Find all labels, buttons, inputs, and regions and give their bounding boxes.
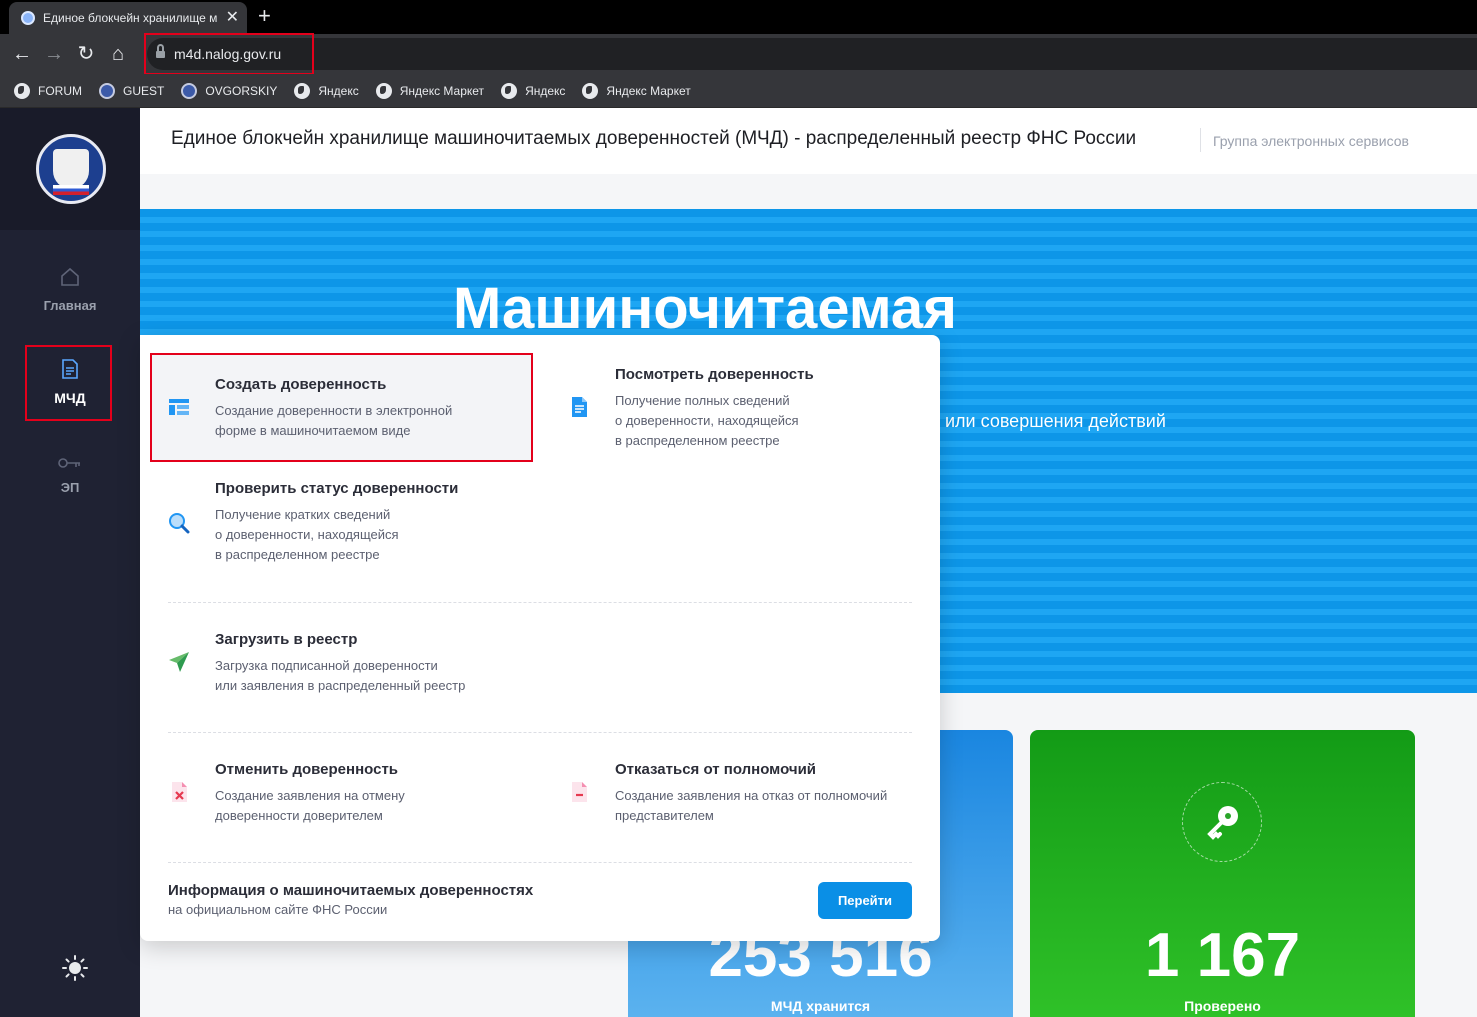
tab-title: Единое блокчейн хранилище м	[43, 11, 218, 25]
home-icon[interactable]: ⌂	[106, 42, 130, 66]
mchd-highlight-box	[25, 345, 112, 421]
home-icon	[61, 267, 79, 286]
globe-icon	[294, 82, 311, 99]
sidebar-item-home[interactable]: Главная	[0, 266, 140, 313]
info-title: Информация о машиночитаемых доверенностя…	[168, 882, 534, 899]
stat-value: 1 167	[1144, 921, 1301, 990]
bookmark-yandex-market-2[interactable]: Яндекс Маркет	[582, 82, 691, 99]
menu-item-title: Отказаться от полномочий	[615, 761, 817, 778]
menu-item-desc: Получение кратких сведений о доверенности…	[215, 507, 399, 562]
sidebar-item-label: ЭП	[60, 480, 80, 495]
reload-icon[interactable]: ↻	[74, 42, 98, 66]
browser-tab[interactable]: Единое блокчейн хранилище м ✕	[9, 2, 247, 34]
go-button[interactable]: Перейти	[818, 882, 912, 919]
menu-divider	[168, 732, 912, 733]
stat-card-checked: 1 167 Проверено	[1030, 730, 1415, 1017]
document-view-icon	[572, 397, 587, 417]
stat-label: Проверено	[1184, 998, 1261, 1014]
document-cancel-icon	[172, 782, 187, 802]
menu-item-refuse[interactable]: Отказаться от полномочий Создание заявле…	[568, 761, 918, 823]
menu-item-desc: Загрузка подписанной доверенности или зая…	[215, 658, 466, 693]
menu-item-desc: Получение полных сведений о доверенности,…	[615, 393, 799, 448]
globe-icon	[582, 82, 599, 99]
bookmark-yandex[interactable]: Яндекс	[294, 82, 359, 99]
menu-divider	[168, 602, 912, 603]
menu-item-desc: Создание заявления на отмену доверенности…	[215, 788, 405, 823]
key-icon	[1207, 806, 1238, 840]
document-minus-icon	[572, 782, 587, 802]
menu-divider	[168, 862, 912, 863]
sidebar-item-ep[interactable]: ЭП	[0, 456, 140, 495]
menu-item-check-status[interactable]: Проверить статус доверенности Получение …	[168, 480, 508, 562]
browser-tab-bar: Единое блокчейн хранилище м ✕ +	[0, 0, 1477, 34]
globe-icon	[14, 82, 30, 99]
menu-item-title: Проверить статус доверенности	[215, 480, 459, 497]
menu-item-view[interactable]: Посмотреть доверенность Получение полных…	[568, 366, 908, 448]
forum-logo-icon	[181, 82, 198, 99]
bookmark-forum[interactable]: FORUM	[14, 82, 82, 99]
sidebar: Главная МЧД ЭП	[0, 108, 140, 1017]
hero-title: Машиночитаемая	[453, 276, 958, 341]
menu-item-upload[interactable]: Загрузить в реестр Загрузка подписанной …	[168, 631, 508, 693]
sun-icon[interactable]	[62, 955, 88, 981]
create-highlight-box	[150, 353, 533, 462]
forward-icon[interactable]: →	[42, 42, 66, 66]
menu-item-title: Загрузить в реестр	[215, 631, 358, 648]
info-subtitle: на официальном сайте ФНС России	[168, 902, 388, 917]
address-bar[interactable]: m4d.nalog.gov.ru	[147, 38, 1477, 70]
menu-item-cancel[interactable]: Отменить доверенность Создание заявления…	[168, 761, 508, 823]
send-icon	[169, 652, 189, 672]
fns-emblem-logo[interactable]	[36, 134, 106, 204]
back-icon[interactable]: ←	[10, 42, 34, 66]
sidebar-item-label: Главная	[43, 298, 97, 313]
globe-icon	[501, 82, 518, 99]
url-highlight-box	[144, 33, 314, 75]
stat-label: МЧД хранится	[770, 998, 871, 1014]
hero-subtitle: или совершения действий	[945, 411, 1166, 431]
bookmark-guest[interactable]: GUEST	[99, 82, 164, 99]
menu-item-title: Отменить доверенность	[215, 761, 399, 778]
magnifier-icon	[169, 513, 190, 534]
bookmark-ovgorskiy[interactable]: OVGORSKIY	[181, 82, 277, 99]
bookmark-yandex-market[interactable]: Яндекс Маркет	[375, 82, 484, 99]
site-header: Единое блокчейн хранилище машиночитаемых…	[140, 108, 1477, 174]
new-tab-icon[interactable]: +	[258, 4, 271, 28]
header-divider	[1200, 128, 1201, 152]
menu-item-desc: Создание заявления на отказ от полномочи…	[615, 788, 888, 823]
globe-icon	[375, 82, 392, 99]
site-favicon-icon	[21, 11, 35, 25]
bookmarks-bar: FORUM GUEST OVGORSKIY Яндекс Яндекс Марк…	[0, 74, 1477, 108]
bookmark-yandex-2[interactable]: Яндекс	[501, 82, 565, 99]
close-tab-icon[interactable]: ✕	[226, 10, 239, 26]
logo-area	[0, 108, 140, 230]
header-group-link[interactable]: Группа электронных сервисов	[1213, 133, 1409, 149]
menu-item-title: Посмотреть доверенность	[615, 366, 814, 383]
key-icon	[58, 458, 80, 468]
forum-logo-icon	[99, 82, 115, 99]
key-badge	[1182, 782, 1262, 862]
page-title: Единое блокчейн хранилище машиночитаемых…	[171, 128, 1137, 149]
